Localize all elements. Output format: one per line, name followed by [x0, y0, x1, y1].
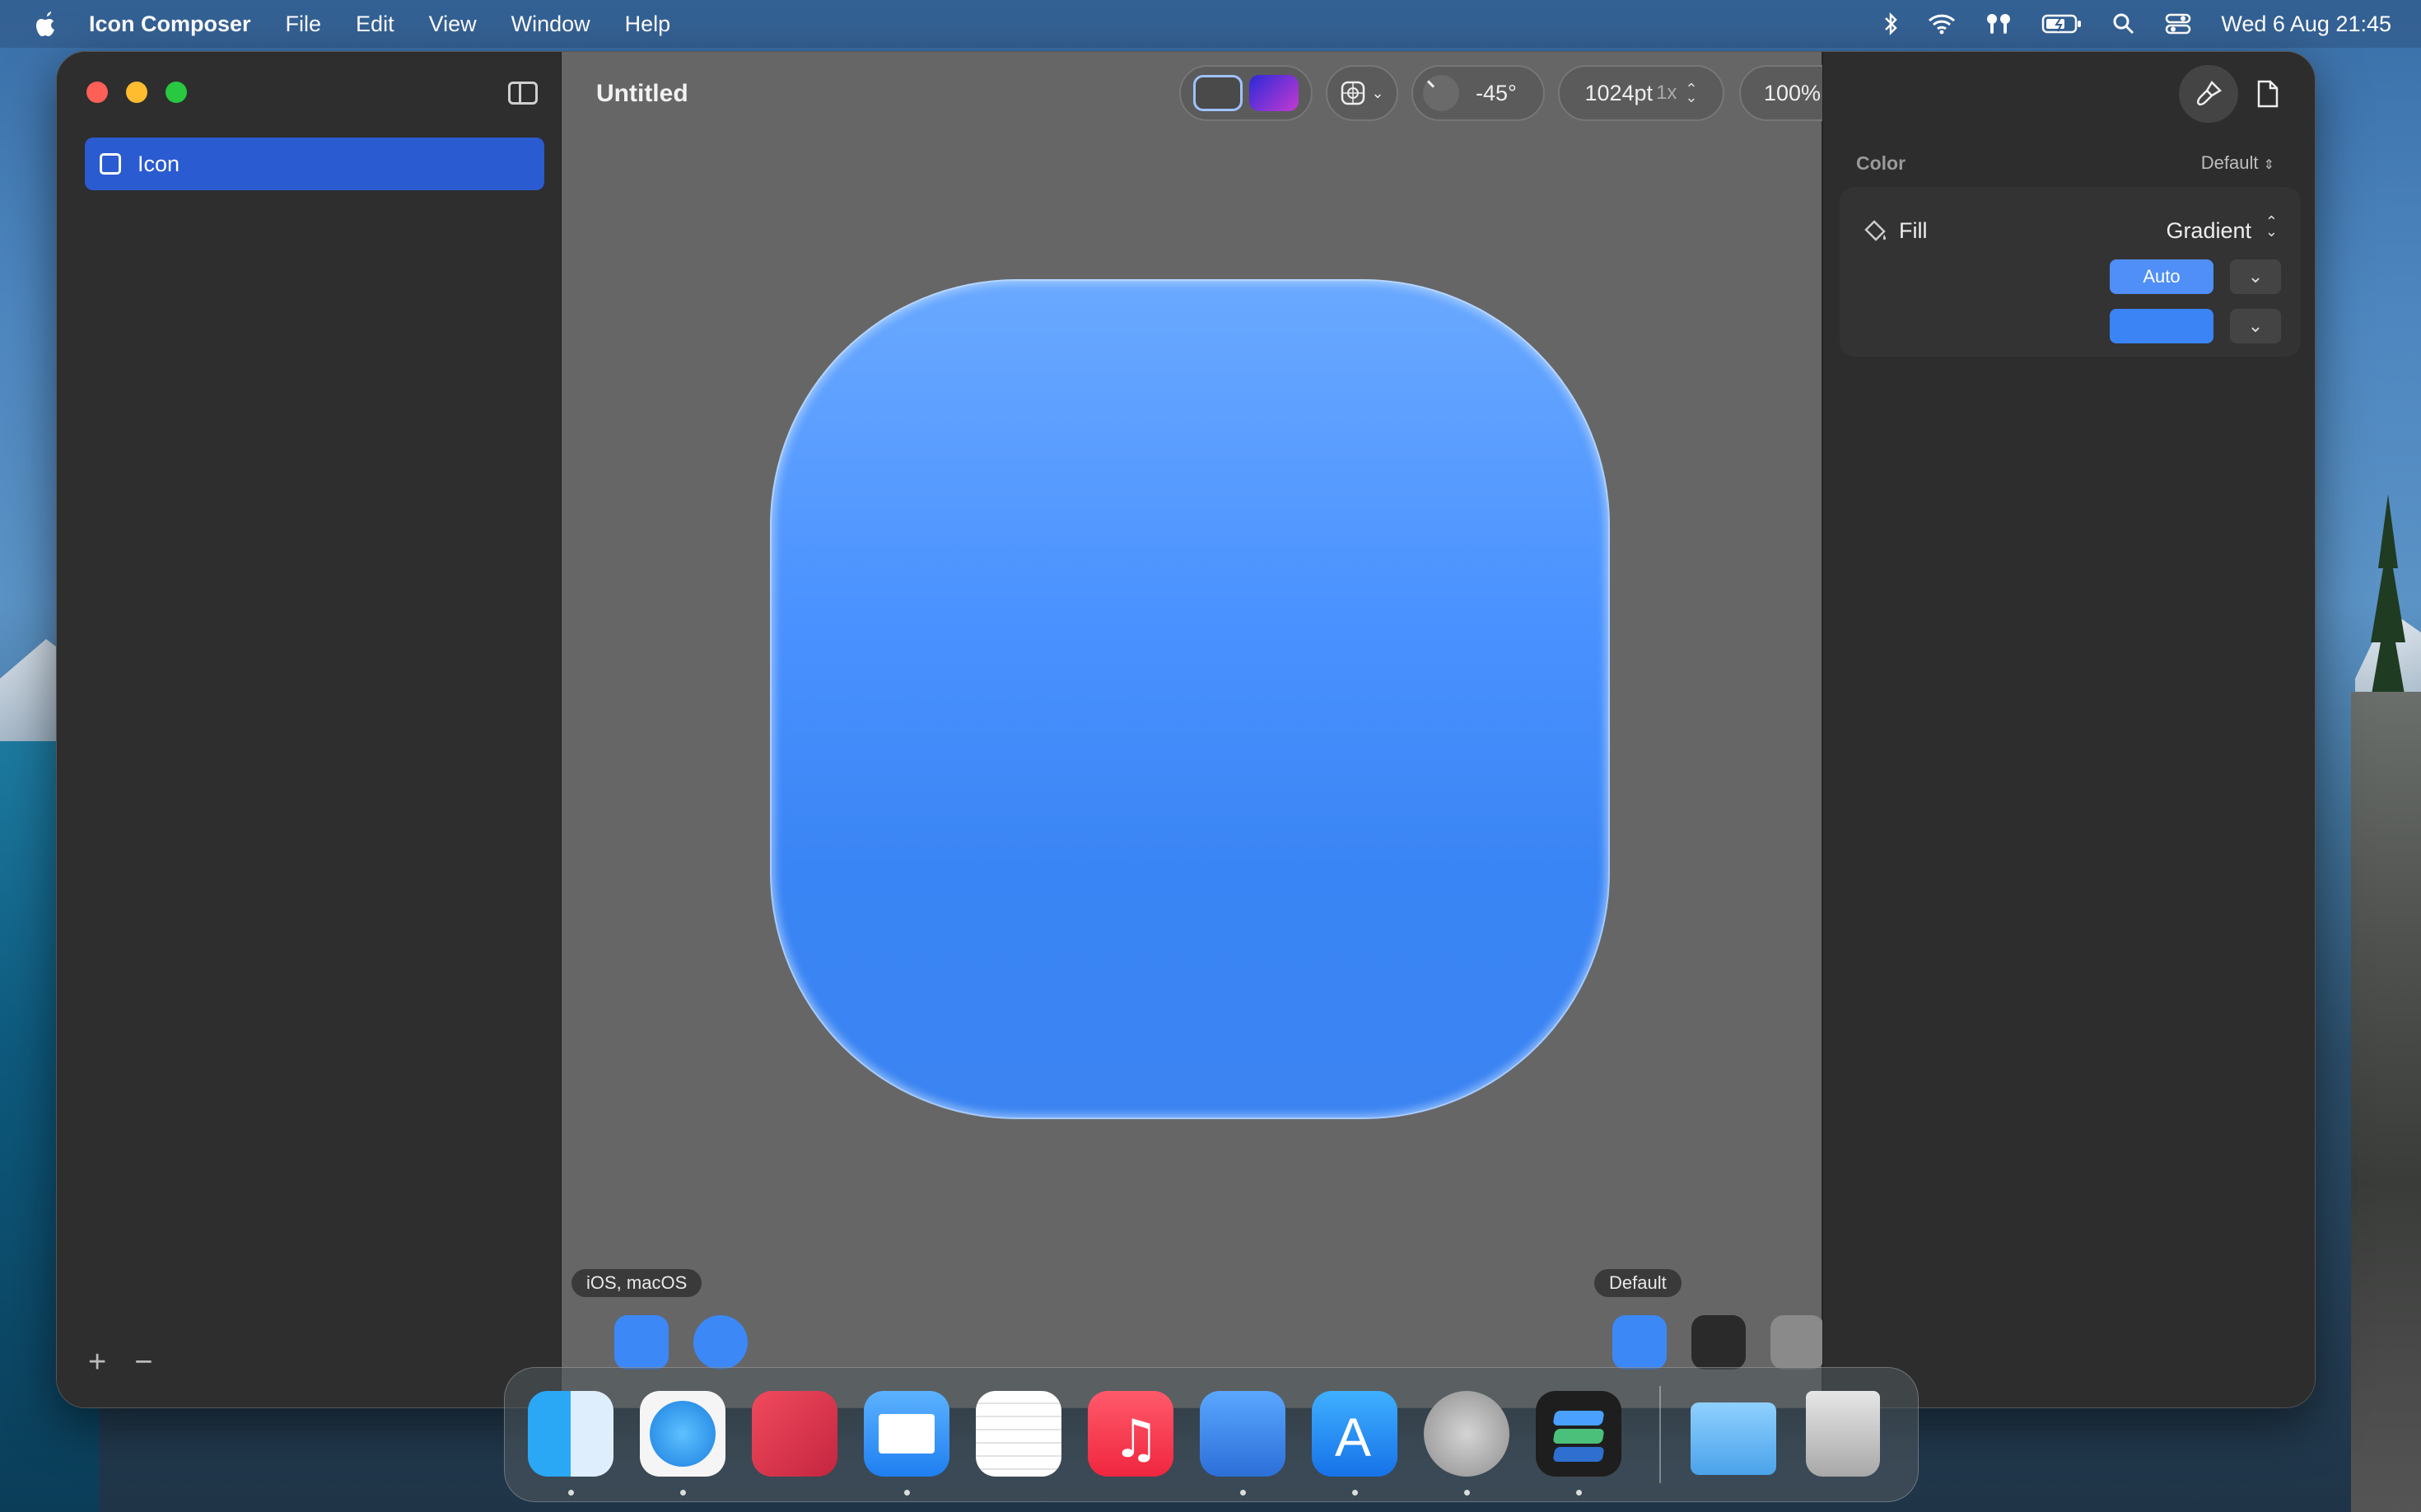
- light-appearance-icon[interactable]: [1193, 75, 1243, 111]
- menu-help[interactable]: Help: [625, 12, 671, 37]
- gradient-stop-1-menu[interactable]: ⌄: [2230, 259, 2281, 294]
- icon-composer-window: Icon + − Untitled ⌄ -45° 1024pt 1x ⌃ ⌄ 1…: [56, 51, 2316, 1408]
- appearance-inspector-tab[interactable]: [2179, 65, 2238, 123]
- color-section-label: Color: [1856, 152, 1906, 174]
- paintbrush-icon: [2196, 80, 2223, 106]
- wallpaper-rocks: [2351, 692, 2421, 1512]
- preset-value: Default: [2200, 152, 2259, 173]
- app-store-icon[interactable]: A: [1312, 1391, 1397, 1477]
- dock: ♫ A: [504, 1367, 1919, 1502]
- auto-color-button[interactable]: Auto: [2110, 259, 2213, 294]
- chevron-down-icon: ⌄: [1371, 84, 1384, 101]
- safari-icon[interactable]: [640, 1391, 725, 1477]
- dark-appearance-thumbnail[interactable]: [1691, 1315, 1746, 1370]
- running-indicator: [568, 1490, 574, 1496]
- layer-row-icon[interactable]: Icon: [85, 138, 544, 190]
- layer-label: Icon: [138, 151, 180, 176]
- running-indicator: [680, 1490, 686, 1496]
- tinted-appearance-thumbnail[interactable]: [1770, 1315, 1825, 1370]
- menu-clock[interactable]: Wed 6 Aug 21:45: [2221, 12, 2391, 37]
- gradient-stop-2-menu[interactable]: ⌄: [2230, 309, 2281, 343]
- running-indicator: [904, 1490, 910, 1496]
- traffic-lights: [86, 82, 187, 103]
- sidebar-footer: + −: [88, 1345, 152, 1380]
- color-swatch-button[interactable]: [2110, 309, 2213, 343]
- menu-app-name[interactable]: Icon Composer: [89, 12, 251, 37]
- battery-icon[interactable]: [2041, 13, 2083, 35]
- icon-composer-dock-icon[interactable]: [1536, 1391, 1621, 1477]
- layer-square-icon: [100, 153, 121, 175]
- inspector-tabs: [2179, 65, 2297, 123]
- remove-layer-button[interactable]: −: [134, 1345, 152, 1380]
- color-preset-menu[interactable]: Default ⇕: [2201, 152, 2274, 174]
- menu-view[interactable]: View: [429, 12, 477, 37]
- angle-control[interactable]: -45°: [1411, 65, 1545, 121]
- document-icon: [2257, 80, 2279, 108]
- angle-value: -45°: [1476, 80, 1517, 105]
- zoom-button[interactable]: [166, 82, 187, 103]
- textedit-icon[interactable]: [976, 1391, 1061, 1477]
- stepper-icon: ⇕: [2263, 158, 2274, 172]
- add-layer-button[interactable]: +: [88, 1345, 106, 1380]
- rocket-app-icon[interactable]: [752, 1391, 837, 1477]
- finder-icon[interactable]: [528, 1391, 613, 1477]
- downloads-folder-icon[interactable]: [1691, 1402, 1776, 1475]
- sidebar-toggle-icon[interactable]: [508, 82, 538, 105]
- dark-appearance-icon[interactable]: [1249, 75, 1299, 111]
- light-source-menu[interactable]: ⌄: [1326, 65, 1398, 121]
- macos-icon-thumbnail[interactable]: [693, 1315, 748, 1370]
- wifi-icon[interactable]: [1928, 13, 1956, 35]
- close-button[interactable]: [86, 82, 108, 103]
- size-value: 1024pt: [1584, 80, 1654, 105]
- layers-sidebar: Icon + −: [57, 52, 562, 1407]
- system-settings-icon[interactable]: [1424, 1391, 1509, 1477]
- angle-dial-icon[interactable]: [1423, 75, 1459, 111]
- appearance-toggle[interactable]: [1179, 65, 1313, 121]
- platform-badge: iOS, macOS: [571, 1269, 702, 1297]
- appearance-badge: Default: [1594, 1269, 1682, 1297]
- document-inspector-tab[interactable]: [2238, 65, 2297, 123]
- menu-window[interactable]: Window: [511, 12, 590, 37]
- spotlight-search-icon[interactable]: [2112, 12, 2135, 35]
- document-title: Untitled: [596, 80, 688, 107]
- xcode-beta-icon[interactable]: [1200, 1391, 1285, 1477]
- airpods-icon[interactable]: [1985, 12, 2012, 35]
- control-center-icon[interactable]: [2165, 12, 2191, 35]
- icon-canvas: Untitled ⌄ -45° 1024pt 1x ⌃⌄ 100% ⌃⌄: [562, 52, 1866, 1407]
- running-indicator: [1464, 1490, 1470, 1496]
- canvas-size-control[interactable]: 1024pt 1x ⌃ ⌄: [1558, 65, 1724, 121]
- zoom-value: 100%: [1763, 80, 1821, 105]
- scale-value: 1x: [1656, 82, 1677, 104]
- menu-file[interactable]: File: [286, 12, 322, 37]
- mail-icon[interactable]: [864, 1391, 949, 1477]
- fill-label: Fill: [1899, 218, 1928, 243]
- paint-bucket-icon: [1864, 220, 1887, 241]
- grid-light-icon: [1341, 81, 1365, 105]
- menu-bar-extras: Wed 6 Aug 21:45: [1883, 0, 2391, 48]
- ios-icon-thumbnail[interactable]: [614, 1315, 669, 1370]
- menu-edit[interactable]: Edit: [356, 12, 394, 37]
- default-appearance-thumbnail[interactable]: [1612, 1315, 1667, 1370]
- bluetooth-icon[interactable]: [1883, 12, 1898, 36]
- running-indicator: [1352, 1490, 1358, 1496]
- stepper-icon: ⌃⌄: [1685, 81, 1698, 105]
- icon-preview[interactable]: [770, 279, 1610, 1119]
- fill-type-menu[interactable]: Gradient: [2166, 218, 2251, 244]
- music-icon[interactable]: ♫: [1088, 1391, 1173, 1477]
- running-indicator: [1576, 1490, 1582, 1496]
- minimize-button[interactable]: [126, 82, 147, 103]
- apple-logo-icon[interactable]: [30, 10, 63, 38]
- fill-card: Fill Gradient ⌃ ⌄ Auto ⌄ ⌄: [1840, 187, 2301, 357]
- running-indicator: [1240, 1490, 1246, 1496]
- trash-icon[interactable]: [1806, 1391, 1880, 1477]
- inspector-panel: Color Default ⇕ Fill Gradient ⌃ ⌄ Auto ⌄ …: [1822, 52, 2315, 1407]
- dock-separator: [1659, 1386, 1661, 1483]
- stepper-icon[interactable]: ⌃ ⌄: [2265, 214, 2278, 239]
